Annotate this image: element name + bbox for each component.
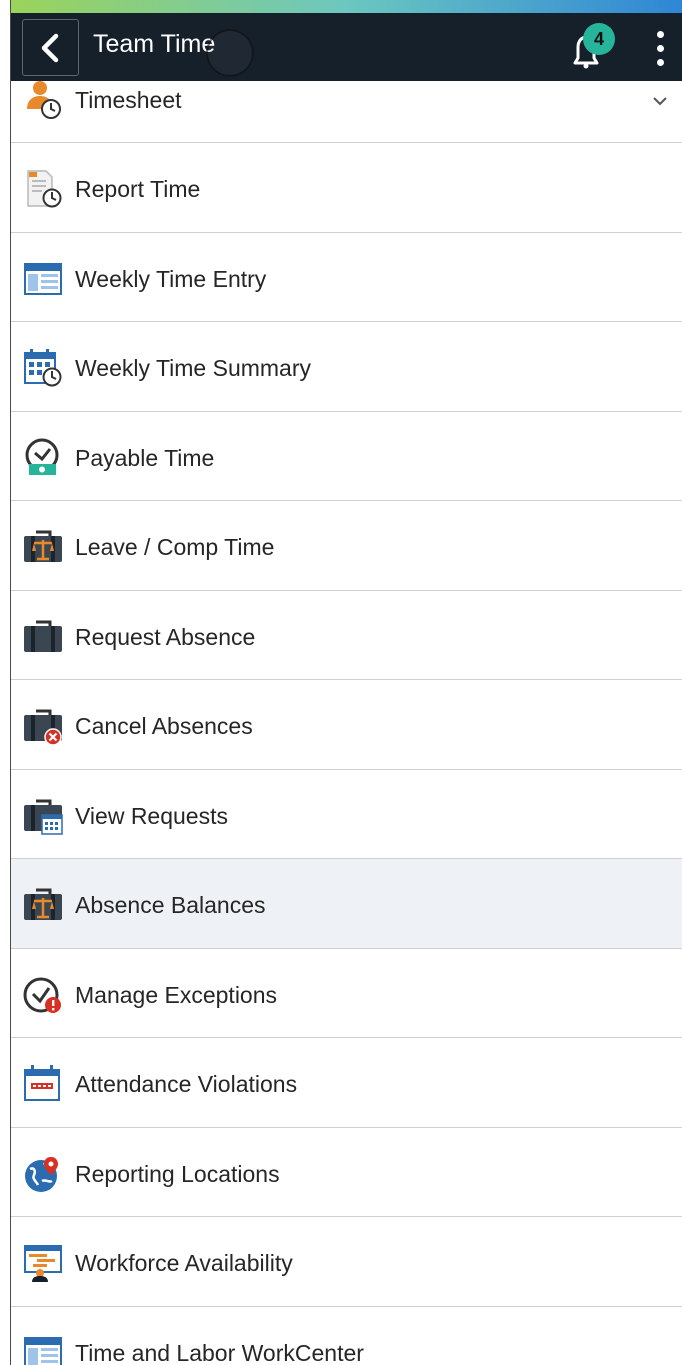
menu-item-cancel-absences[interactable]: Cancel Absences xyxy=(11,680,682,770)
chevron-down-icon[interactable] xyxy=(650,91,670,111)
menu-item-label: Timesheet xyxy=(75,87,182,113)
menu-item-label: Report Time xyxy=(75,176,201,202)
chevron-left-icon xyxy=(41,33,58,62)
briefcase-cancel-icon xyxy=(24,709,62,746)
globe-pin-icon xyxy=(25,1156,58,1192)
app-header: Team Time 4 xyxy=(11,13,682,81)
back-button[interactable] xyxy=(22,19,79,76)
menu-item-time-and-labor-workcenter[interactable]: Time and Labor WorkCenter xyxy=(11,1307,682,1365)
menu-item-label: Cancel Absences xyxy=(75,713,253,739)
calendar-violation-icon xyxy=(24,1065,60,1101)
briefcase-scales-icon xyxy=(24,888,62,920)
menu-item-payable-time[interactable]: Payable Time xyxy=(11,412,682,501)
menu-item-label: Time and Labor WorkCenter xyxy=(75,1339,364,1365)
menu-item-weekly-time-entry[interactable]: Weekly Time Entry xyxy=(11,233,682,322)
more-options-icon[interactable] xyxy=(651,29,671,69)
menu-item-label: Attendance Violations xyxy=(75,1071,298,1097)
timesheet-person-clock-icon xyxy=(27,81,61,119)
menu-item-weekly-time-summary[interactable]: Weekly Time Summary xyxy=(11,322,682,412)
menu-item-reporting-locations[interactable]: Reporting Locations xyxy=(11,1128,682,1217)
calendar-clock-icon xyxy=(24,349,62,387)
menu-item-label: Weekly Time Summary xyxy=(75,355,312,381)
notification-badge[interactable]: 4 xyxy=(583,23,615,55)
menu-item-label: Weekly Time Entry xyxy=(75,265,267,292)
menu-item-request-absence[interactable]: Request Absence xyxy=(11,591,682,680)
briefcase-calendar-icon xyxy=(24,799,63,835)
report-time-document-icon xyxy=(27,170,62,208)
menu-item-view-requests[interactable]: View Requests xyxy=(11,770,682,859)
menu-item-leave-comp-time[interactable]: Leave / Comp Time xyxy=(11,501,682,591)
page-title: Team Time xyxy=(93,30,216,58)
menu-item-timesheet[interactable]: Timesheet xyxy=(11,81,682,143)
menu-item-report-time[interactable]: Report Time xyxy=(11,143,682,233)
payable-clock-money-icon xyxy=(25,438,59,475)
menu-item-workforce-availability[interactable]: Workforce Availability xyxy=(11,1217,682,1307)
clock-alert-icon xyxy=(23,977,61,1013)
briefcase-icon xyxy=(24,620,62,652)
progress-strip xyxy=(11,0,682,14)
menu-item-attendance-violations[interactable]: Attendance Violations xyxy=(11,1038,682,1128)
briefcase-scales-icon xyxy=(24,530,62,562)
menu-item-label: Leave / Comp Time xyxy=(75,534,275,560)
app-frame: Team Time 4 Timesheet Report Time Weekly… xyxy=(10,0,682,1365)
menu-list: Timesheet Report Time Weekly Time Entry … xyxy=(11,81,682,1365)
menu-item-label: Workforce Availability xyxy=(75,1250,293,1276)
workforce-availability-icon xyxy=(24,1245,62,1282)
menu-item-label: View Requests xyxy=(75,802,228,829)
menu-item-label: Absence Balances xyxy=(75,892,266,918)
workcenter-window-icon xyxy=(24,1336,62,1365)
menu-item-label: Manage Exceptions xyxy=(75,981,278,1008)
menu-item-label: Request Absence xyxy=(75,623,256,650)
touch-ripple xyxy=(206,29,254,77)
menu-item-absence-balances[interactable]: Absence Balances xyxy=(11,859,682,949)
weekly-entry-window-icon xyxy=(24,262,62,295)
menu-item-manage-exceptions[interactable]: Manage Exceptions xyxy=(11,949,682,1038)
menu-item-label: Reporting Locations xyxy=(75,1160,280,1187)
menu-item-label: Payable Time xyxy=(75,444,215,471)
